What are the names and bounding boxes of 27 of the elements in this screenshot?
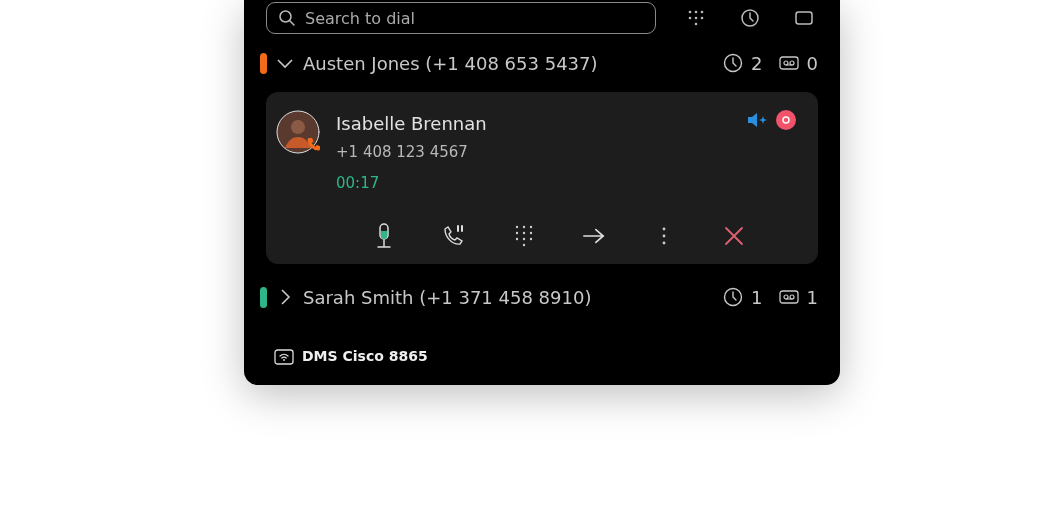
clock-icon: [723, 287, 744, 307]
dialpad-icon: [514, 224, 534, 248]
microphone-icon: [376, 223, 392, 249]
clock-icon: [723, 53, 744, 73]
recent-count: 2: [751, 51, 763, 76]
more-icon: [661, 226, 667, 246]
end-call-icon: [724, 226, 744, 246]
hold-icon: [442, 224, 466, 248]
search-field[interactable]: Search to dial: [266, 2, 656, 34]
wifi-phone-icon: [274, 348, 294, 365]
transfer-icon: [582, 226, 606, 246]
caller-number: +1 408 123 4567: [336, 142, 469, 163]
device-label: DMS Cisco 8865: [302, 347, 428, 366]
search-icon: [278, 9, 296, 27]
avatar-icon: [276, 110, 320, 154]
caller-name: Isabelle Brennan: [336, 112, 487, 136]
call-duration: 00:17: [336, 172, 381, 194]
speaker-icon: [746, 110, 768, 130]
dialpad-icon[interactable]: [686, 8, 706, 28]
recent-count: 1: [751, 285, 763, 310]
clock-icon[interactable]: [740, 8, 760, 28]
line-label: Sarah Smith (+1 371 458 8910): [303, 285, 592, 310]
phone-icon: [306, 136, 322, 152]
voicemail-count: 1: [806, 285, 818, 310]
voicemail-count: 0: [806, 51, 818, 76]
line-label: Austen Jones (+1 408 653 5437): [303, 51, 598, 76]
record-icon: [776, 110, 796, 130]
